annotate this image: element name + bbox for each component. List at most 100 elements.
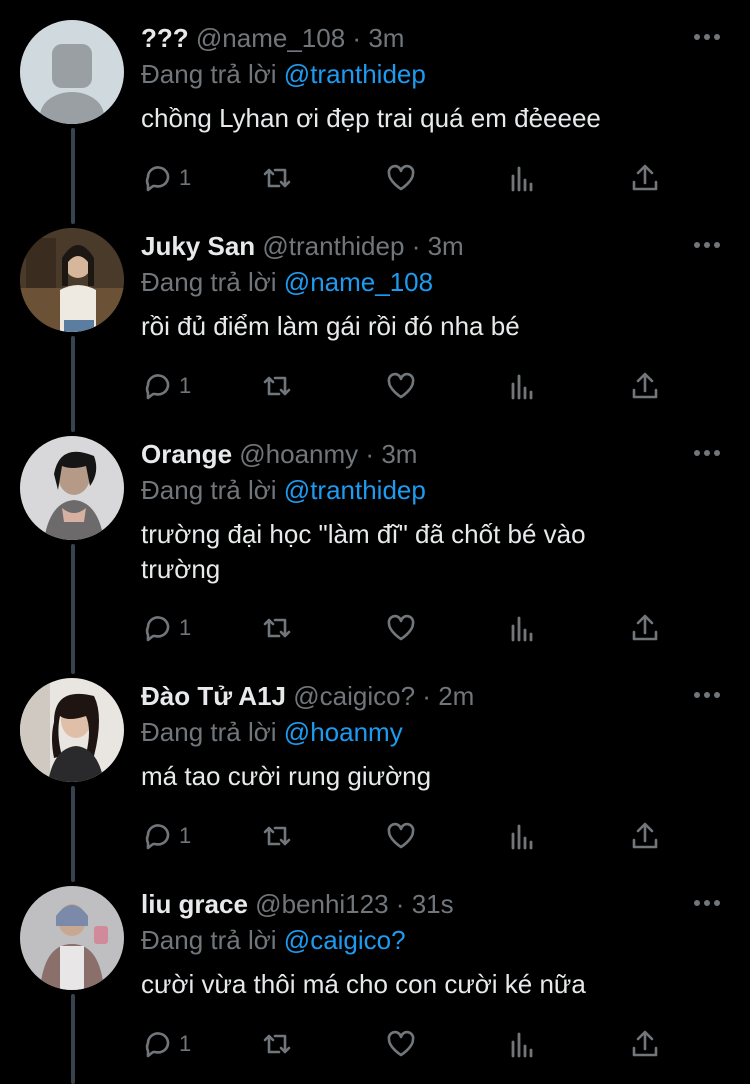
retweet-button[interactable]	[261, 816, 293, 856]
tweet-text: rồi đủ điểm làm gái rồi đó nha bé	[141, 311, 520, 341]
like-button[interactable]	[385, 608, 417, 648]
replying-prefix: Đang trả lời	[141, 925, 277, 955]
share-icon	[632, 164, 658, 191]
retweet-button[interactable]	[261, 158, 293, 198]
default-avatar-icon	[20, 20, 124, 124]
reply-button[interactable]: 1	[141, 366, 191, 406]
views-button[interactable]	[507, 608, 539, 648]
mention-link[interactable]: @caigico?	[284, 925, 406, 955]
reply-tweet[interactable]: ??? @name_108 · 3m Đang trả lời @tranthi…	[0, 0, 750, 208]
more-horizontal-icon[interactable]	[692, 443, 722, 463]
share-icon	[632, 822, 658, 849]
timestamp[interactable]: 3m	[381, 439, 417, 469]
user-handle[interactable]: @benhi123	[255, 889, 388, 919]
separator-dot: ·	[365, 439, 375, 469]
heart-icon	[387, 822, 415, 849]
replying-prefix: Đang trả lời	[141, 267, 277, 297]
reply-tweet[interactable]: Đào Tử A1J @caigico? · 2m Đang trả lời @…	[0, 658, 750, 866]
display-name[interactable]: Orange	[141, 439, 232, 469]
views-button[interactable]	[507, 158, 539, 198]
share-button[interactable]	[629, 816, 661, 856]
mention-link[interactable]: @hoanmy	[284, 717, 403, 747]
replying-to: Đang trả lời @hoanmy	[141, 716, 403, 748]
share-icon	[632, 372, 658, 399]
user-handle[interactable]: @name_108	[196, 23, 345, 53]
analytics-icon	[511, 824, 533, 850]
timestamp[interactable]: 3m	[428, 231, 464, 261]
retweet-icon	[263, 1034, 291, 1054]
avatar-user-photo[interactable]	[20, 436, 124, 540]
avatar-default[interactable]	[20, 20, 124, 124]
replying-to: Đang trả lời @caigico?	[141, 924, 406, 956]
display-name[interactable]: liu grace	[141, 889, 248, 919]
action-bar: 1	[141, 816, 671, 856]
timestamp[interactable]: 2m	[438, 681, 474, 711]
display-name[interactable]: Đào Tử A1J	[141, 681, 286, 711]
replying-to: Đang trả lời @tranthidep	[141, 474, 426, 506]
retweet-icon	[263, 826, 291, 846]
share-icon	[632, 1030, 658, 1057]
retweet-button[interactable]	[261, 366, 293, 406]
reply-tweet[interactable]: Juky San @tranthidep · 3m Đang trả lời @…	[0, 208, 750, 416]
replying-to: Đang trả lời @tranthidep	[141, 58, 426, 90]
display-name[interactable]: Juky San	[141, 231, 255, 261]
replying-prefix: Đang trả lời	[141, 475, 277, 505]
user-handle[interactable]: @hoanmy	[239, 439, 358, 469]
share-button[interactable]	[629, 158, 661, 198]
share-button[interactable]	[629, 366, 661, 406]
mention-link[interactable]: @tranthidep	[284, 59, 426, 89]
analytics-icon	[511, 1032, 533, 1058]
heart-icon	[387, 164, 415, 191]
views-button[interactable]	[507, 816, 539, 856]
reply-button[interactable]: 1	[141, 158, 191, 198]
reply-bubble-icon	[145, 824, 170, 850]
timestamp[interactable]: 3m	[368, 23, 404, 53]
reply-button[interactable]: 1	[141, 608, 191, 648]
like-button[interactable]	[385, 366, 417, 406]
tweet-header: Orange @hoanmy · 3m	[141, 438, 417, 470]
tweet-text: cười vừa thôi má cho con cười ké nữa	[141, 969, 586, 999]
retweet-icon	[263, 618, 291, 638]
tweet-text: trường đại học "làm đĩ" đã chốt bé vào t…	[141, 519, 586, 584]
user-handle[interactable]: @tranthidep	[262, 231, 404, 261]
separator-dot: ·	[422, 681, 431, 711]
mention-link[interactable]: @name_108	[284, 267, 433, 297]
reply-button[interactable]: 1	[141, 1024, 191, 1064]
timestamp[interactable]: 31s	[412, 889, 454, 919]
avatar-user-photo[interactable]	[20, 678, 124, 782]
avatar-user-photo[interactable]	[20, 228, 124, 332]
replying-prefix: Đang trả lời	[141, 717, 277, 747]
tweet-header: liu grace @benhi123 · 31s	[141, 888, 454, 920]
more-horizontal-icon[interactable]	[692, 685, 722, 705]
more-horizontal-icon[interactable]	[692, 893, 722, 913]
retweet-button[interactable]	[261, 1024, 293, 1064]
more-horizontal-icon[interactable]	[692, 27, 722, 47]
share-button[interactable]	[629, 1024, 661, 1064]
replying-prefix: Đang trả lời	[141, 59, 277, 89]
more-horizontal-icon[interactable]	[692, 235, 722, 255]
share-button[interactable]	[629, 608, 661, 648]
heart-icon	[387, 372, 415, 399]
separator-dot: ·	[395, 889, 405, 919]
action-bar: 1	[141, 1024, 671, 1064]
like-button[interactable]	[385, 158, 417, 198]
reply-bubble-icon	[145, 374, 170, 400]
avatar-user-photo[interactable]	[20, 886, 124, 990]
user-photo-icon	[20, 678, 124, 782]
reply-tweet[interactable]: liu grace @benhi123 · 31s Đang trả lời @…	[0, 866, 750, 1084]
views-button[interactable]	[507, 1024, 539, 1064]
analytics-icon	[511, 616, 533, 642]
views-button[interactable]	[507, 366, 539, 406]
reply-count: 1	[179, 1031, 192, 1056]
action-bar: 1	[141, 366, 671, 406]
like-button[interactable]	[385, 816, 417, 856]
display-name[interactable]: ???	[141, 23, 189, 53]
like-button[interactable]	[385, 1024, 417, 1064]
reply-button[interactable]: 1	[141, 816, 191, 856]
mention-link[interactable]: @tranthidep	[284, 475, 426, 505]
reply-tweet[interactable]: Orange @hoanmy · 3m Đang trả lời @tranth…	[0, 416, 750, 658]
user-handle[interactable]: @caigico?	[293, 681, 415, 711]
retweet-button[interactable]	[261, 608, 293, 648]
tweet-text: má tao cười rung giường	[141, 761, 432, 791]
user-photo-icon	[20, 886, 124, 990]
